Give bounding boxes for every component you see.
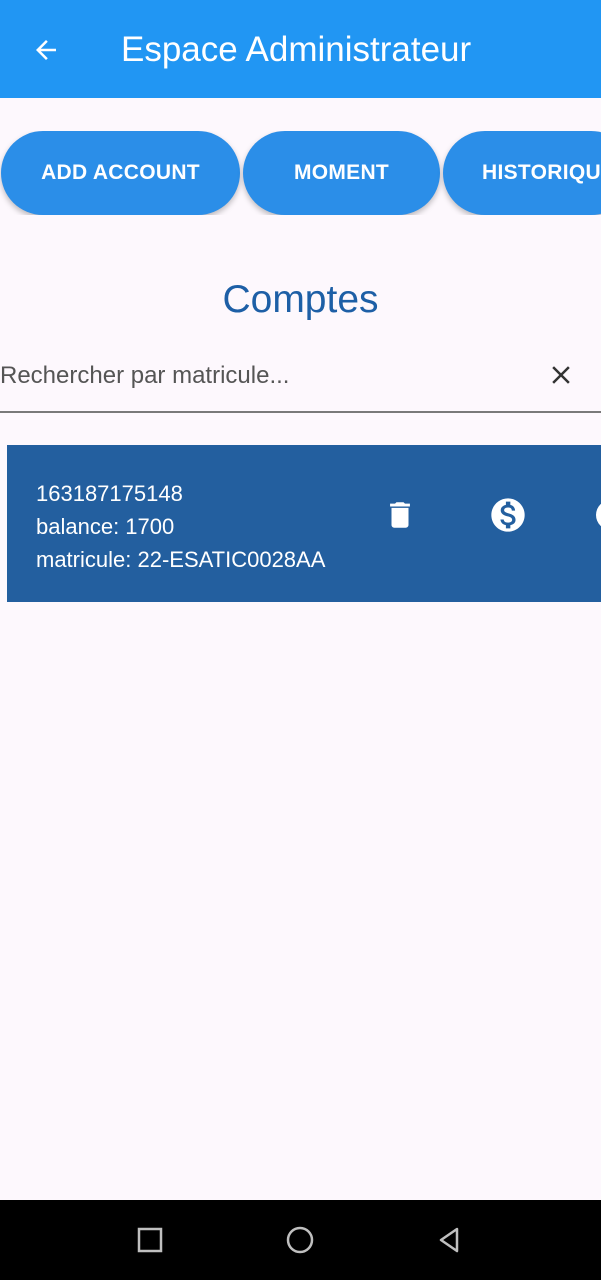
delete-button[interactable] [378, 493, 422, 537]
screen: Espace Administrateur ADD ACCOUNT MOMENT… [0, 0, 601, 1280]
recent-apps-button[interactable] [130, 1220, 170, 1260]
search-bar [0, 346, 601, 413]
home-button[interactable] [280, 1220, 320, 1260]
app-bar: Espace Administrateur [0, 0, 601, 98]
more-icon [596, 503, 601, 527]
account-details: 163187175148 balance: 1700 matricule: 22… [36, 477, 325, 576]
account-balance: balance: 1700 [36, 514, 175, 539]
account-matricule: matricule: 22-ESATIC0028AA [36, 547, 326, 572]
back-triangle-icon [439, 1227, 459, 1253]
delete-icon [390, 502, 410, 528]
arrow-back-icon [36, 40, 56, 60]
account-card[interactable]: 163187175148 balance: 1700 matricule: 22… [7, 445, 601, 602]
dollar-button[interactable] [485, 492, 531, 538]
clear-search-button[interactable] [540, 354, 582, 396]
page-title: Espace Administrateur [121, 30, 472, 69]
close-icon [552, 366, 570, 384]
account-number: 163187175148 [36, 481, 183, 506]
add-account-button[interactable]: ADD ACCOUNT [1, 131, 240, 215]
section-title: Comptes [222, 278, 379, 321]
dollar-icon [491, 498, 525, 532]
system-back-button[interactable] [429, 1220, 469, 1260]
moment-button[interactable]: MOMENT [243, 131, 440, 215]
recent-apps-icon [137, 1227, 163, 1253]
historique-button[interactable]: HISTORIQUE [443, 131, 601, 215]
more-button[interactable] [589, 493, 601, 537]
system-nav-bar [0, 1200, 601, 1280]
home-icon [286, 1226, 314, 1254]
back-button[interactable] [22, 26, 70, 74]
action-buttons-row: ADD ACCOUNT MOMENT HISTORIQUE [0, 131, 601, 215]
search-input[interactable] [0, 354, 520, 398]
